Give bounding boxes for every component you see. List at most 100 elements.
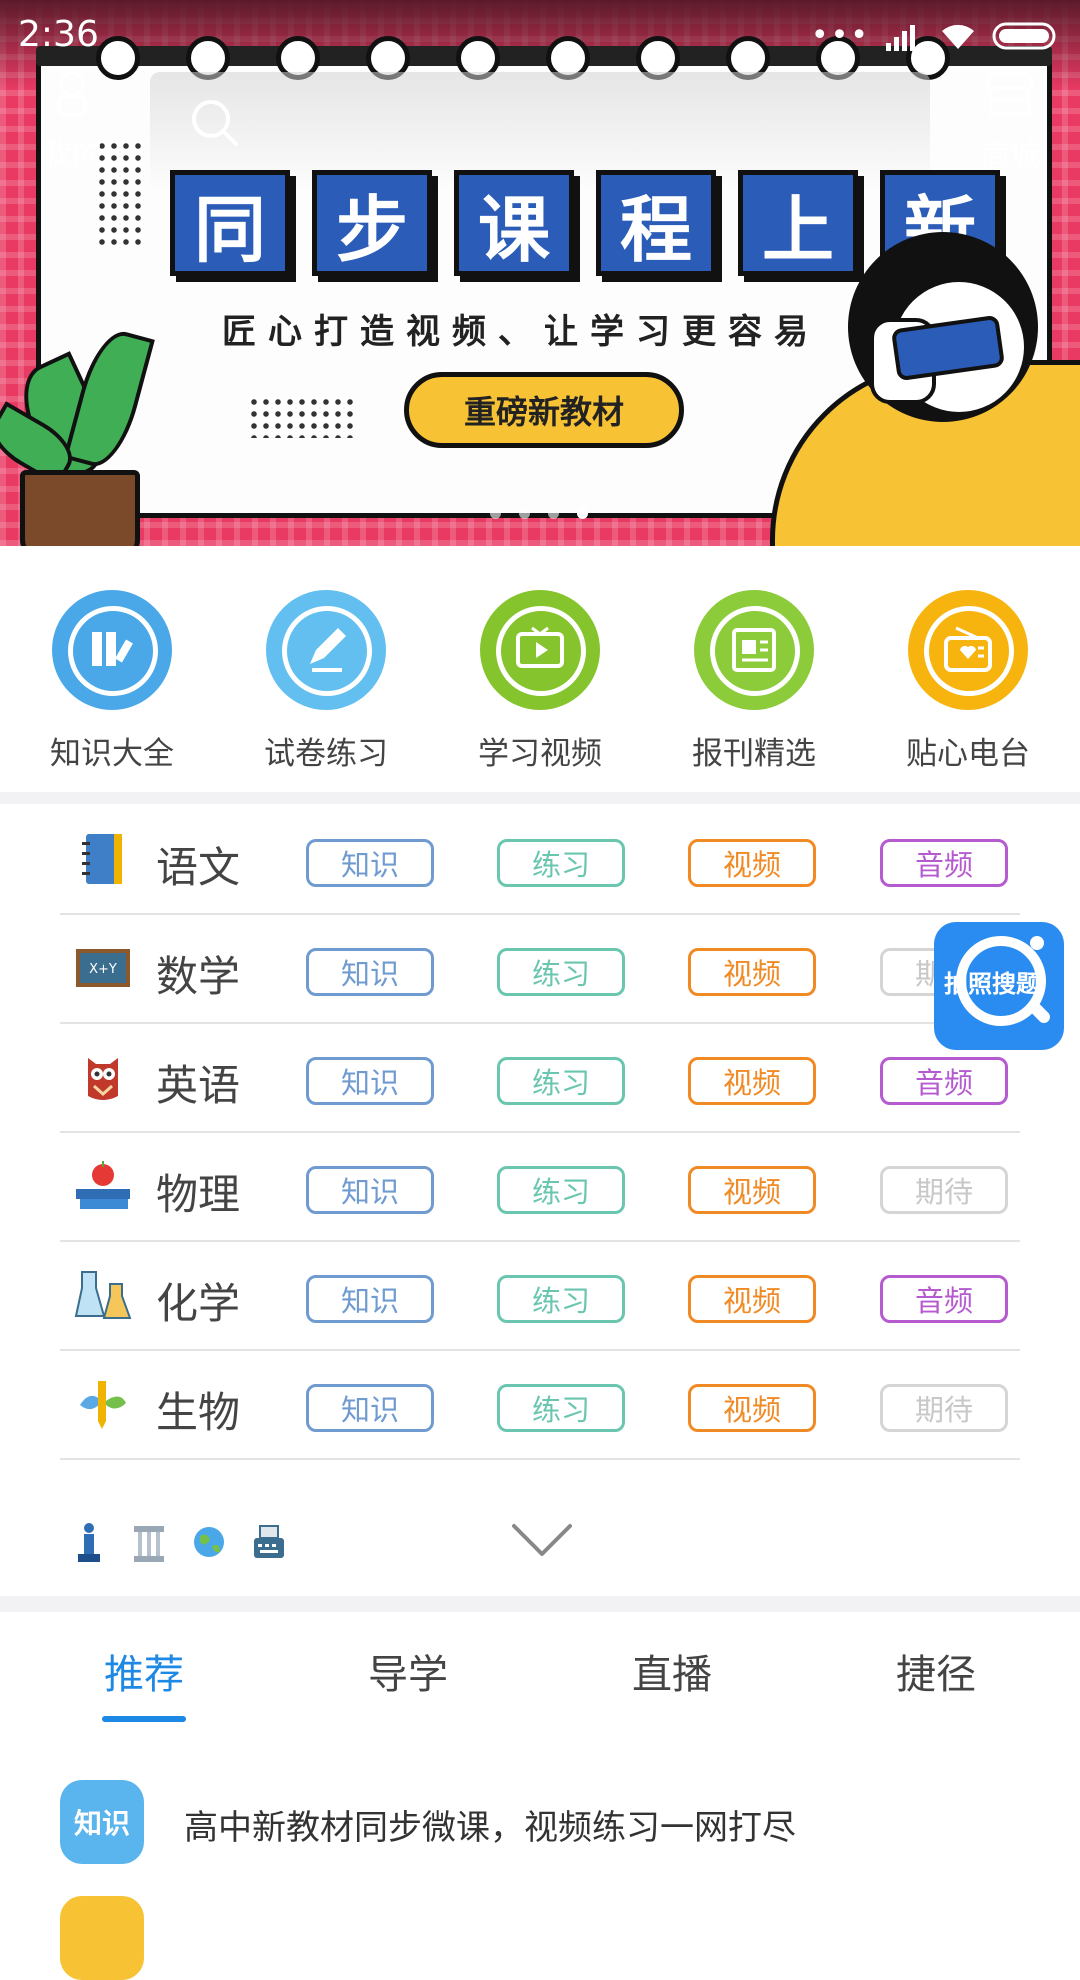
- subject-name: 化学: [156, 1279, 241, 1328]
- mall-button[interactable]: 商城: [972, 70, 1048, 174]
- search-button[interactable]: [190, 98, 240, 156]
- carousel-dot: [490, 508, 501, 519]
- user-icon: [56, 71, 88, 117]
- quick-entry-video[interactable]: 学习视频: [440, 590, 640, 773]
- chess-icon[interactable]: [70, 1520, 108, 1564]
- tab-recommend[interactable]: 推荐: [44, 1642, 244, 1700]
- newspaper-icon: [694, 590, 814, 710]
- wifi-icon: [942, 24, 974, 49]
- promo-banner[interactable]: 同 步 课 程 上 新 匠心打造视频、让学习更容易 重磅新教材: [0, 0, 1080, 546]
- subject-row-chemistry: 化学 知识 练习 视频 音频: [60, 1240, 1020, 1351]
- carousel-dot-active: [577, 508, 588, 519]
- banner-subtitle: 匠心打造视频、让学习更容易: [222, 312, 820, 352]
- video-tag[interactable]: 视频: [688, 1057, 816, 1105]
- subject-row-chinese: 语文 知识 练习 视频 音频: [60, 804, 1020, 915]
- leaf-pencil-icon: [80, 1381, 126, 1429]
- subject-list: 语文 知识 练习 视频 音频 X+Y 数学 知识 练习 视频 期待 英语 知识 …: [0, 804, 1080, 1596]
- subject-name: 数学: [156, 952, 241, 1001]
- practice-tag[interactable]: 练习: [497, 1166, 625, 1214]
- knowledge-tag[interactable]: 知识: [306, 1166, 434, 1214]
- status-time: 2:36: [18, 14, 99, 55]
- search-icon: [192, 100, 238, 146]
- pencil-icon: [266, 590, 386, 710]
- subject-name: 生物: [156, 1388, 241, 1437]
- practice-tag[interactable]: 练习: [497, 839, 625, 887]
- quick-entries: 知识大全 试卷练习 学习视频 报刊精选 贴心电台: [0, 546, 1080, 792]
- svg-text:X+Y: X+Y: [89, 962, 117, 977]
- mall-label: 商城: [980, 138, 1040, 173]
- feed-title: 高中新教材同步微课，视频练习一网打尽: [184, 1808, 796, 1848]
- quick-entry-exam[interactable]: 试卷练习: [226, 590, 426, 773]
- carousel-dot: [519, 508, 530, 519]
- practice-tag[interactable]: 练习: [497, 1057, 625, 1105]
- tab-live[interactable]: 直播: [572, 1642, 772, 1700]
- radio-icon: [908, 590, 1028, 710]
- apple-books-icon: [76, 1161, 130, 1209]
- active-tab-indicator: [102, 1716, 186, 1722]
- knowledge-tag[interactable]: 知识: [306, 1275, 434, 1323]
- quick-entry-label: 报刊精选: [692, 736, 816, 772]
- section-divider: [0, 1596, 1080, 1612]
- globe-icon[interactable]: [190, 1520, 228, 1564]
- practice-tag[interactable]: 练习: [497, 1275, 625, 1323]
- knowledge-tag[interactable]: 知识: [306, 1057, 434, 1105]
- feed-item[interactable]: 知识 高中新教材同步微课，视频练习一网打尽: [60, 1780, 1040, 1864]
- subject-row-physics: 物理 知识 练习 视频 期待: [60, 1131, 1020, 1242]
- flask-icon: [74, 1271, 132, 1319]
- books-icon: [52, 590, 172, 710]
- signal-icon: [886, 24, 915, 51]
- knowledge-tag[interactable]: 知识: [306, 948, 434, 996]
- status-icons: •••: [811, 18, 1062, 53]
- audio-tag[interactable]: 音频: [880, 1275, 1008, 1323]
- video-tag[interactable]: 视频: [688, 948, 816, 996]
- tab-guide[interactable]: 导学: [308, 1642, 508, 1700]
- notebook-icon: [82, 834, 122, 884]
- subject-row-english: 英语 知识 练习 视频 音频: [60, 1022, 1020, 1133]
- coming-soon-tag: 期待: [880, 1166, 1008, 1214]
- practice-tag[interactable]: 练习: [497, 948, 625, 996]
- carousel-indicator: [490, 508, 588, 519]
- carousel-dot: [548, 508, 559, 519]
- subject-row-math: X+Y 数学 知识 练习 视频 期待: [60, 913, 1020, 1024]
- subject-name: 英语: [156, 1061, 241, 1110]
- mine-label: 我的: [42, 138, 102, 173]
- more-subjects-row: [60, 1504, 1020, 1584]
- subject-row-biology: 生物 知识 练习 视频 期待: [60, 1349, 1020, 1460]
- feed-item[interactable]: [60, 1896, 1040, 1980]
- banner-new-textbook-button[interactable]: 重磅新教材: [404, 372, 684, 448]
- audio-tag[interactable]: 音频: [880, 1057, 1008, 1105]
- pillar-icon[interactable]: [130, 1520, 168, 1564]
- practice-tag[interactable]: 练习: [497, 1384, 625, 1432]
- battery-icon: [992, 22, 1056, 49]
- typewriter-icon[interactable]: [250, 1520, 288, 1564]
- video-tag[interactable]: 视频: [688, 1384, 816, 1432]
- quick-entry-radio[interactable]: 贴心电台: [868, 590, 1068, 773]
- owl-icon: [88, 1058, 118, 1100]
- subject-name: 物理: [156, 1170, 241, 1219]
- tv-play-icon: [480, 590, 600, 710]
- expand-chevron-down-icon[interactable]: [510, 1520, 574, 1560]
- quick-entry-knowledge[interactable]: 知识大全: [12, 590, 212, 773]
- quick-entry-label: 知识大全: [50, 736, 174, 772]
- tab-shortcut[interactable]: 捷径: [836, 1642, 1036, 1700]
- quick-entry-label: 贴心电台: [906, 736, 1030, 772]
- mine-button[interactable]: 我的: [30, 70, 114, 174]
- feed-badge: [60, 1896, 144, 1980]
- content-tabs: 推荐 导学 直播 捷径: [0, 1612, 1080, 1726]
- blackboard-icon: X+Y: [76, 949, 130, 987]
- video-tag[interactable]: 视频: [688, 1166, 816, 1214]
- quick-entry-newspaper[interactable]: 报刊精选: [654, 590, 854, 773]
- video-tag[interactable]: 视频: [688, 839, 816, 887]
- knowledge-tag[interactable]: 知识: [306, 1384, 434, 1432]
- more-dots-icon: •••: [810, 18, 870, 53]
- section-divider: [0, 792, 1080, 804]
- knowledge-tag[interactable]: 知识: [306, 839, 434, 887]
- video-tag[interactable]: 视频: [688, 1275, 816, 1323]
- subject-name: 语文: [156, 843, 241, 892]
- quick-entry-label: 学习视频: [478, 736, 602, 772]
- feed-badge: 知识: [60, 1780, 144, 1864]
- photo-search-button[interactable]: 拍照搜题: [934, 922, 1064, 1050]
- audio-tag[interactable]: 音频: [880, 839, 1008, 887]
- coming-soon-tag: 期待: [880, 1384, 1008, 1432]
- status-bar: 2:36 •••: [0, 0, 1080, 74]
